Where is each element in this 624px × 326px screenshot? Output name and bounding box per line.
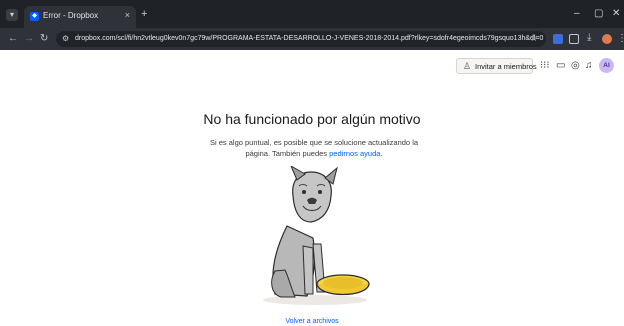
forward-icon[interactable]: → bbox=[24, 33, 34, 44]
error-description: Si es algo puntual, es posible que se so… bbox=[202, 137, 426, 159]
error-heading: No ha funcionado por algún motivo bbox=[203, 111, 421, 127]
dog-illustration bbox=[263, 166, 370, 305]
invite-members-button[interactable]: ♙ Invitar a miembros bbox=[456, 58, 537, 74]
maximize-button[interactable]: ▢ bbox=[594, 8, 603, 19]
site-info-icon[interactable]: ⚙ bbox=[62, 34, 69, 43]
browser-toolbar: ← → ↻ ⚙ dropbox.com/scl/fi/hn2vtleug0kev… bbox=[0, 28, 624, 50]
description-suffix: . bbox=[380, 149, 383, 158]
address-bar[interactable]: ⚙ dropbox.com/scl/fi/hn2vtleug0kev0n7gc7… bbox=[56, 31, 546, 47]
profile-icon[interactable] bbox=[602, 34, 612, 44]
url-text[interactable]: dropbox.com/scl/fi/hn2vtleug0kev0n7gc79w… bbox=[75, 35, 543, 42]
minimize-button[interactable]: – bbox=[574, 8, 580, 19]
bell-icon[interactable]: ♫ bbox=[585, 60, 593, 71]
browser-menu-icon[interactable]: ⋮ bbox=[617, 33, 624, 44]
avatar[interactable]: AI bbox=[599, 58, 614, 73]
invite-members-label: Invitar a miembros bbox=[475, 62, 537, 71]
download-icon[interactable]: ⤓ bbox=[587, 32, 591, 43]
back-to-files-link[interactable]: Volver a archivos bbox=[0, 318, 624, 325]
tab-close-icon[interactable]: × bbox=[125, 10, 130, 20]
side-panel-icon[interactable] bbox=[569, 34, 579, 44]
description-text: Si es algo puntual, es posible que se so… bbox=[209, 138, 419, 158]
help-link[interactable]: pedirnos ayuda bbox=[329, 149, 380, 158]
star-icon[interactable]: ☆ bbox=[530, 33, 538, 44]
activity-icon[interactable]: ◎ bbox=[571, 60, 580, 71]
tab-title: Error - Dropbox bbox=[43, 11, 99, 20]
extension-icon[interactable] bbox=[553, 34, 563, 44]
app-grid-icon[interactable]: ⁝⁝⁝ bbox=[540, 60, 550, 71]
back-icon[interactable]: ← bbox=[8, 33, 18, 44]
new-tab-button[interactable]: + bbox=[141, 8, 147, 20]
dropbox-icon: ◆ bbox=[30, 12, 39, 21]
tab-search-icon[interactable]: ▾ bbox=[6, 9, 18, 21]
browser-tab[interactable]: ◆ Error - Dropbox × bbox=[24, 6, 136, 28]
invite-person-icon: ♙ bbox=[463, 61, 472, 71]
browser-tab-bar: ▾ ◆ Error - Dropbox × + – ▢ ✕ bbox=[0, 0, 624, 28]
reload-icon[interactable]: ↻ bbox=[40, 33, 48, 44]
comment-icon[interactable]: ▭ bbox=[556, 60, 565, 71]
close-window-button[interactable]: ✕ bbox=[612, 8, 620, 19]
